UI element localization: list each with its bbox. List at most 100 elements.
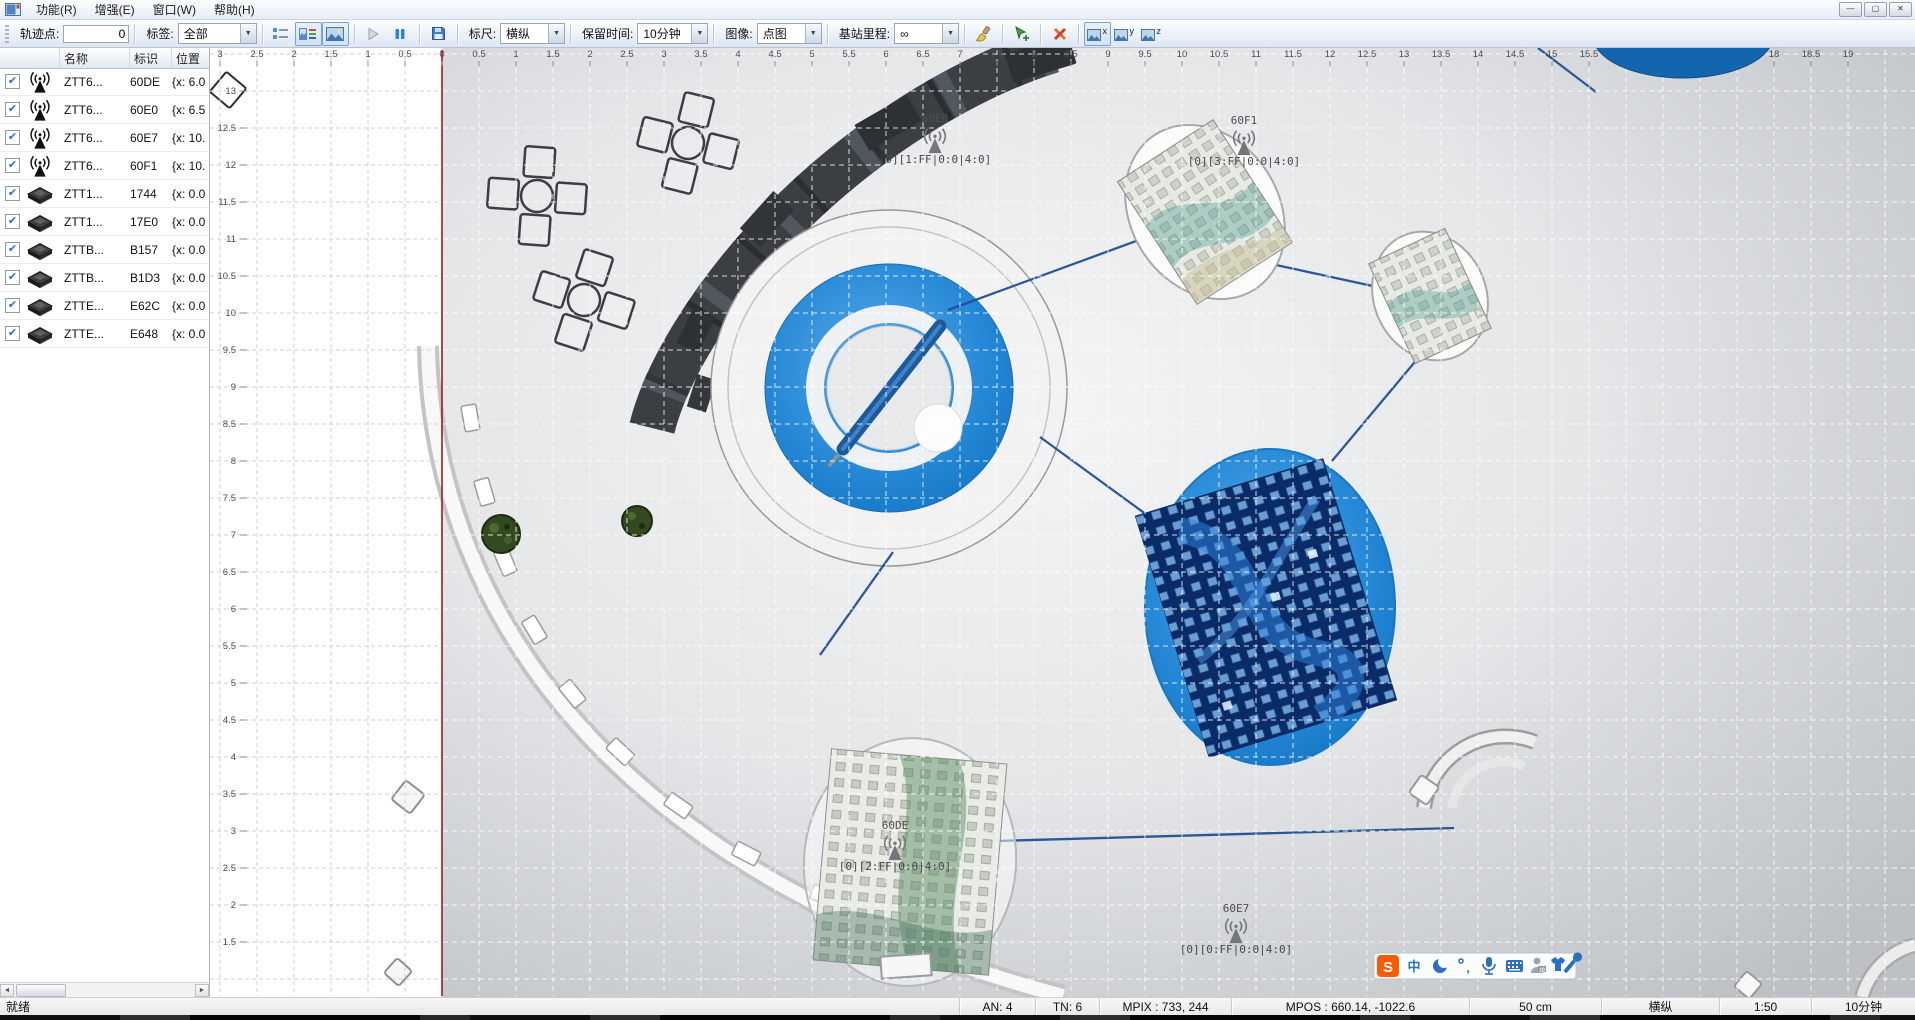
table-row[interactable]: ✔ ZTTB... B157 {x: 0.0 <box>0 236 209 264</box>
row-checkbox[interactable]: ✔ <box>5 326 20 341</box>
flip-x-button[interactable]: x <box>1084 22 1111 46</box>
row-checkbox[interactable]: ✔ <box>5 298 20 313</box>
column-header-tag[interactable]: 标识 <box>130 48 172 68</box>
close-button[interactable]: ✕ <box>1889 2 1912 17</box>
toolbar-grip[interactable] <box>5 25 9 43</box>
scroll-right-button[interactable]: ► <box>195 984 209 997</box>
image-view-button[interactable] <box>322 22 349 46</box>
row-checkbox[interactable]: ✔ <box>5 158 20 173</box>
play-icon <box>366 27 380 41</box>
scrollbar-thumb[interactable] <box>16 984 66 997</box>
svg-text:2.5: 2.5 <box>223 863 236 874</box>
taskbar-edge[interactable] <box>0 1015 1915 1020</box>
menu-item-1[interactable]: 增强(E) <box>86 0 144 20</box>
maximize-button[interactable]: ▢ <box>1864 2 1887 17</box>
table-row[interactable]: ✔ ZTTE... E648 {x: 0.0 <box>0 320 209 348</box>
svg-text:15.5: 15.5 <box>1580 49 1599 60</box>
svg-text:2.5: 2.5 <box>620 49 633 60</box>
flip-z-button[interactable]: z <box>1138 22 1165 46</box>
erase-cross-button[interactable] <box>1046 22 1073 46</box>
row-checkbox[interactable]: ✔ <box>5 186 20 201</box>
erase-cross-icon <box>1052 26 1068 42</box>
row-checkbox[interactable]: ✔ <box>5 130 20 145</box>
chevron-down-icon[interactable]: ▼ <box>240 24 256 43</box>
scroll-left-button[interactable]: ◄ <box>0 984 14 997</box>
list-view-button[interactable] <box>268 22 295 46</box>
horizontal-scrollbar[interactable]: ◄ ► <box>0 982 209 997</box>
table-row[interactable]: ✔ ZTT6... 60DE {x: 6.0 <box>0 68 209 96</box>
status-segment: 1:50 <box>1719 998 1811 1015</box>
pause-button[interactable] <box>387 22 414 46</box>
table-row[interactable]: ✔ ZTT1... 1744 {x: 0.0 <box>0 180 209 208</box>
chevron-down-icon[interactable]: ▼ <box>548 24 564 43</box>
status-segment: MPOS : 660.14, -1022.6 <box>1231 998 1469 1015</box>
tag-filter-combo[interactable]: 全部▼ <box>178 23 257 44</box>
list-image-view-button[interactable] <box>295 22 322 46</box>
map-area: 32.521.510.500.511.522.533.544.555.566.5… <box>210 48 1915 997</box>
table-row[interactable]: ✔ ZTTE... E62C {x: 0.0 <box>0 292 209 320</box>
svg-text:14: 14 <box>1473 49 1484 60</box>
central-circle-stage <box>711 210 1067 566</box>
play-button[interactable] <box>360 22 387 46</box>
device-pos: {x: 0.0 <box>172 327 209 341</box>
menu-item-2[interactable]: 窗口(W) <box>144 0 205 20</box>
save-button[interactable] <box>425 22 452 46</box>
svg-text:8: 8 <box>231 456 236 467</box>
table-row[interactable]: ✔ ZTT6... 60E7 {x: 10. <box>0 124 209 152</box>
svg-text:5.5: 5.5 <box>223 641 236 652</box>
brush-button[interactable] <box>970 22 997 46</box>
row-checkbox[interactable]: ✔ <box>5 214 20 229</box>
app-window: 功能(R)增强(E)窗口(W)帮助(H) —▢✕ 轨迹点: 标签: 全部▼ 标尺… <box>0 0 1915 1020</box>
row-checkbox[interactable]: ✔ <box>5 102 20 117</box>
status-bar: 就绪 AN: 4TN: 6MPIX : 733, 244MPOS : 660.1… <box>0 997 1915 1015</box>
svg-text:6: 6 <box>231 604 236 615</box>
svg-text:2: 2 <box>231 900 236 911</box>
row-checkbox[interactable]: ✔ <box>5 242 20 257</box>
chevron-down-icon[interactable]: ▼ <box>942 24 958 43</box>
map-canvas[interactable]: 32.521.510.500.511.522.533.544.555.566.5… <box>210 48 1915 997</box>
svg-text:3: 3 <box>217 49 222 60</box>
svg-text:12.5: 12.5 <box>1358 49 1377 60</box>
station-range-combo[interactable]: ∞▼ <box>894 23 959 44</box>
minimize-button[interactable]: — <box>1839 2 1862 17</box>
svg-text:10: 10 <box>225 308 236 319</box>
svg-text:18.5: 18.5 <box>1802 49 1821 60</box>
svg-text:10: 10 <box>1177 49 1188 60</box>
track-point-input[interactable] <box>63 25 129 43</box>
chevron-down-icon[interactable]: ▼ <box>691 24 707 43</box>
table-row[interactable]: ✔ ZTT6... 60E0 {x: 6.5 <box>0 96 209 124</box>
ime-toolbar[interactable]: S 中 , 10 <box>1374 951 1584 979</box>
column-header-pos[interactable]: 位置 <box>172 48 209 68</box>
device-pos: {x: 10. <box>172 159 209 173</box>
chevron-down-icon[interactable]: ▼ <box>805 24 821 43</box>
svg-text:6.5: 6.5 <box>223 567 236 578</box>
flip-y-button[interactable]: y <box>1111 22 1138 46</box>
retain-time-combo[interactable]: 10分钟▼ <box>637 23 708 44</box>
tag-device-icon <box>20 294 60 318</box>
status-segment: AN: 4 <box>959 998 1035 1015</box>
chinese-mode[interactable]: 中 <box>1407 959 1420 974</box>
svg-text:12.5: 12.5 <box>218 123 237 134</box>
tag-filter-label: 标签: <box>146 25 173 42</box>
device-name: ZTT6... <box>60 131 130 145</box>
app-icon <box>5 3 21 16</box>
row-checkbox[interactable]: ✔ <box>5 74 20 89</box>
image-mode-combo[interactable]: 点图▼ <box>757 23 822 44</box>
device-tag: 1744 <box>130 187 172 201</box>
svg-text:x: x <box>1103 26 1108 36</box>
svg-text:y: y <box>1130 26 1135 36</box>
move-pointer-button[interactable] <box>1008 22 1035 46</box>
ruler-mode-combo[interactable]: 横纵▼ <box>500 23 565 44</box>
svg-text:1.5: 1.5 <box>546 49 559 60</box>
table-row[interactable]: ✔ ZTT1... 17E0 {x: 0.0 <box>0 208 209 236</box>
menu-item-3[interactable]: 帮助(H) <box>205 0 264 20</box>
table-row[interactable]: ✔ ZTTB... B1D3 {x: 0.0 <box>0 264 209 292</box>
flip-y-icon: y <box>1114 26 1135 42</box>
menu-item-0[interactable]: 功能(R) <box>27 0 86 20</box>
keyboard-icon[interactable] <box>1506 960 1523 972</box>
table-row[interactable]: ✔ ZTT6... 60F1 {x: 10. <box>0 152 209 180</box>
svg-text:S: S <box>1383 959 1393 976</box>
row-checkbox[interactable]: ✔ <box>5 270 20 285</box>
svg-text:11: 11 <box>1251 49 1261 60</box>
column-header-name[interactable]: 名称 <box>60 48 130 68</box>
